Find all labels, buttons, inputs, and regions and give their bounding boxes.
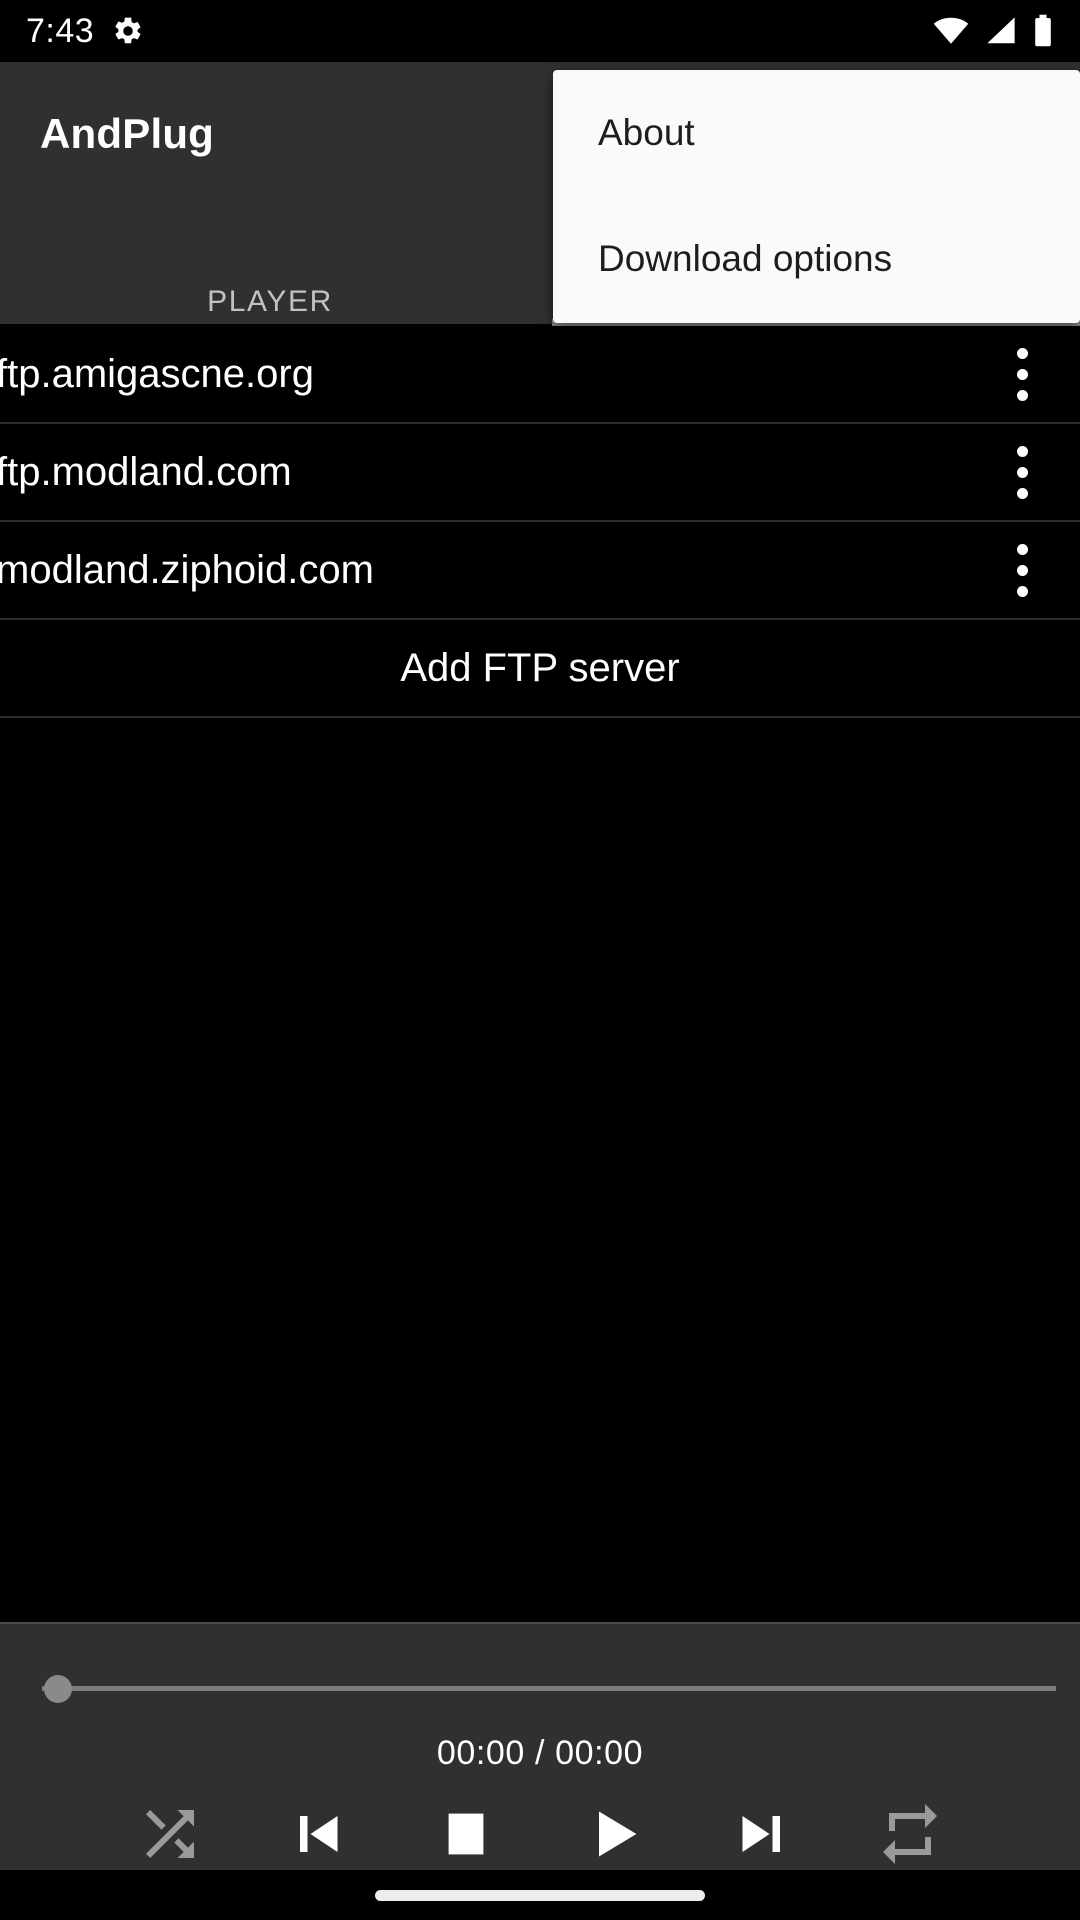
next-icon [726,1798,798,1870]
server-host-label: modland.ziphoid.com [0,547,374,592]
player-bar: 00:00 / 00:00 [0,1622,1080,1870]
more-vert-icon[interactable] [1000,437,1044,507]
play-icon [578,1798,650,1870]
menu-item-about[interactable]: About [553,70,1080,196]
page-title: AndPlug [40,110,215,157]
status-clock: 7:43 [26,12,95,50]
table-row[interactable]: modland.ziphoid.com [0,522,1080,620]
status-bar-left: 7:43 [26,14,144,48]
more-vert-icon[interactable] [1000,535,1044,605]
wifi-icon [932,16,970,46]
add-ftp-server-button[interactable]: Add FTP server [0,620,1080,718]
status-bar-right [932,14,1054,48]
menu-item-download-options[interactable]: Download options [553,196,1080,322]
app-screen: 7:43 AndPlug PLAYER About Download optio… [0,0,1080,1920]
transport-controls [0,1796,1080,1872]
seek-slider[interactable] [24,1668,1056,1708]
shuffle-icon [134,1798,206,1870]
server-host-label: ftp.amigascne.org [0,351,314,396]
stop-icon [430,1798,502,1870]
battery-icon [1032,14,1054,48]
table-row[interactable]: ftp.amigascne.org [0,326,1080,424]
status-bar: 7:43 [0,0,1080,62]
repeat-button[interactable] [864,1796,956,1872]
seek-track [42,1686,1056,1691]
play-button[interactable] [568,1796,660,1872]
empty-content-area [0,728,1080,1622]
repeat-icon [874,1798,946,1870]
cell-signal-icon [984,16,1018,46]
previous-icon [282,1798,354,1870]
previous-button[interactable] [272,1796,364,1872]
seek-thumb[interactable] [44,1675,72,1703]
ftp-server-list: ftp.amigascne.org ftp.modland.com modlan… [0,326,1080,718]
server-host-label: ftp.modland.com [0,449,292,494]
gesture-navigation-bar [0,1870,1080,1920]
stop-button[interactable] [420,1796,512,1872]
table-row[interactable]: ftp.modland.com [0,424,1080,522]
tab-player[interactable]: PLAYER [0,280,540,324]
overflow-menu: About Download options [553,70,1080,323]
shuffle-button[interactable] [124,1796,216,1872]
next-button[interactable] [716,1796,808,1872]
settings-gear-icon [112,15,144,47]
time-display: 00:00 / 00:00 [436,1734,644,1772]
home-gesture-pill[interactable] [375,1889,705,1901]
more-vert-icon[interactable] [1000,339,1044,409]
